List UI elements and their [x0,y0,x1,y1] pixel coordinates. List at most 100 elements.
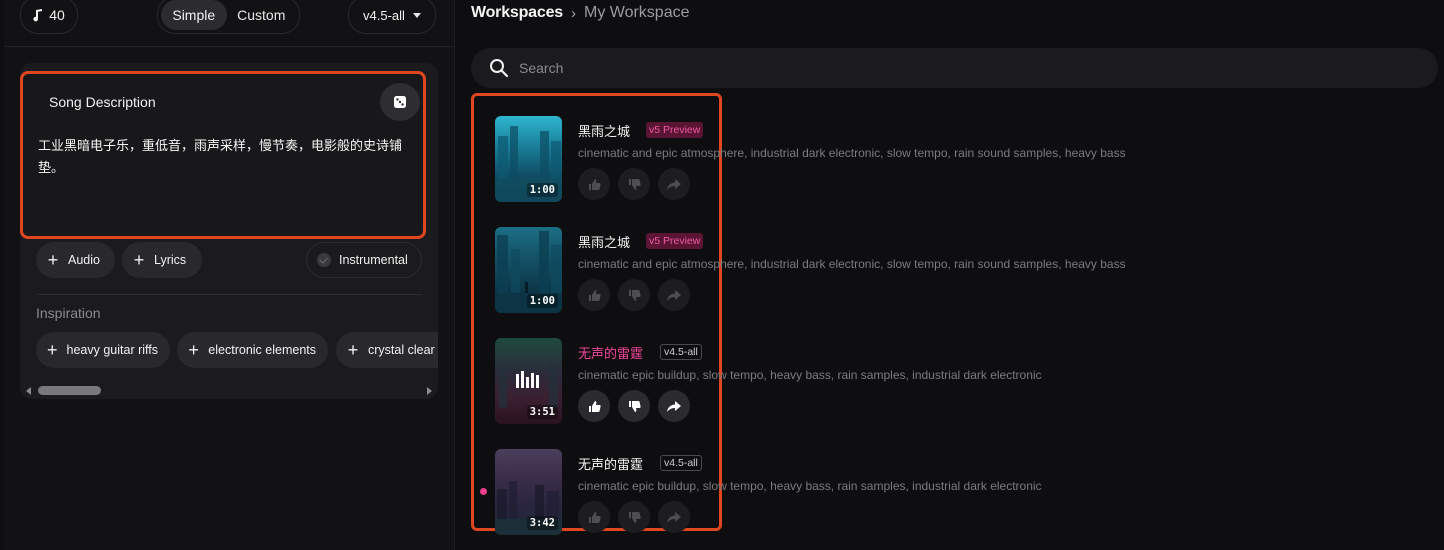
credits-value: 40 [49,7,65,23]
song-description-label: Song Description [49,94,156,110]
inspiration-label: Inspiration [36,305,101,321]
like-button[interactable] [578,390,610,422]
plus-icon: + [133,250,145,270]
add-lyrics-label: Lyrics [154,253,187,267]
music-note-icon [33,8,43,21]
section-divider [36,294,422,295]
song-duration: 3:42 [526,516,558,530]
like-button[interactable] [578,501,610,533]
song-title[interactable]: 无声的雷霆 [578,454,643,473]
scrollbar-thumb[interactable] [38,386,101,395]
share-icon [667,178,681,190]
chevron-right-icon: › [570,4,576,22]
add-audio-label: Audio [68,253,100,267]
song-actions [578,168,690,200]
share-icon [667,400,681,412]
song-description-input[interactable]: 工业黑暗电子乐，重低音，雨声采样，慢节奏，电影般的史诗铺垫。 [38,136,424,180]
mode-custom-button[interactable]: Custom [227,0,296,30]
add-audio-button[interactable]: + Audio [36,242,115,278]
scroll-left-arrow-icon[interactable] [26,387,31,395]
model-version-badge: v5 Preview [646,233,704,249]
dice-icon [394,96,406,108]
random-prompt-button[interactable] [380,83,420,121]
create-panel: 40 Simple Custom v4.5-all Song Descripti… [4,0,455,550]
song-style-tags: cinematic and epic atmosphere, industria… [578,146,1126,160]
share-icon [667,511,681,523]
inspiration-chip[interactable]: + heavy guitar riffs [36,332,170,368]
thumbs-down-icon [628,400,641,412]
dislike-button[interactable] [618,501,650,533]
dislike-button[interactable] [618,279,650,311]
song-row[interactable]: 3:42 无声的雷霆 v4.5-all cinematic epic build… [495,449,1135,539]
song-cover-art[interactable]: 3:51 [495,338,562,424]
share-button[interactable] [658,390,690,422]
song-title[interactable]: 黑雨之城 [578,121,630,140]
instrumental-label: Instrumental [339,253,408,267]
song-actions [578,501,690,533]
song-style-tags: cinematic epic buildup, slow tempo, heav… [578,479,1042,493]
model-select[interactable]: v4.5-all [348,0,436,34]
share-button[interactable] [658,501,690,533]
song-actions [578,279,690,311]
inspiration-chip-label: electronic elements [208,343,316,357]
plus-icon: + [47,340,58,360]
song-actions [578,390,690,422]
share-button[interactable] [658,279,690,311]
share-icon [667,289,681,301]
song-cover-art[interactable]: 3:42 [495,449,562,535]
thumbs-down-icon [628,178,641,190]
plus-icon: + [47,250,59,270]
song-style-tags: cinematic and epic atmosphere, industria… [578,257,1126,271]
thumbs-up-icon [588,400,601,412]
song-row-playing[interactable]: 3:51 无声的雷霆 v4.5-all cinematic epic build… [495,338,1135,428]
plus-icon: + [188,340,199,360]
model-version-badge: v4.5-all [660,455,702,471]
breadcrumb: Workspaces › My Workspace [471,4,690,22]
current-track-indicator [480,488,487,495]
mode-toggle: Simple Custom [157,0,300,34]
song-title[interactable]: 黑雨之城 [578,232,630,251]
checkbox-icon [317,253,331,267]
header-divider [4,46,455,47]
song-duration: 1:00 [526,183,558,197]
thumbs-up-icon [588,178,601,190]
horizontal-scrollbar[interactable] [20,381,438,399]
caret-down-icon [412,12,421,18]
search-bar[interactable]: Search [471,48,1438,88]
model-version-badge: v4.5-all [660,344,702,360]
dislike-button[interactable] [618,390,650,422]
song-title[interactable]: 无声的雷霆 [578,343,643,362]
thumbs-down-icon [628,511,641,523]
song-style-tags: cinematic epic buildup, slow tempo, heav… [578,368,1042,382]
song-row[interactable]: 1:00 黑雨之城 v5 Preview cinematic and epic … [495,227,1135,317]
song-duration: 1:00 [526,294,558,308]
like-button[interactable] [578,279,610,311]
thumbs-up-icon [588,511,601,523]
inspiration-chip-label: crystal clear [368,343,435,357]
breadcrumb-workspaces[interactable]: Workspaces [471,4,563,22]
song-form-card: Song Description 工业黑暗电子乐，重低音，雨声采样，慢节奏，电影… [20,63,438,399]
thumbs-up-icon [588,289,601,301]
inspiration-chip-label: heavy guitar riffs [66,343,158,357]
model-version-badge: v5 Preview [646,122,704,138]
song-row[interactable]: 1:00 黑雨之城 v5 Preview cinematic and epic … [495,116,1135,206]
plus-icon: + [347,340,359,360]
like-button[interactable] [578,168,610,200]
scroll-right-arrow-icon[interactable] [427,387,432,395]
add-lyrics-button[interactable]: + Lyrics [122,242,202,278]
dislike-button[interactable] [618,168,650,200]
search-input[interactable]: Search [519,60,563,76]
song-cover-art[interactable]: 1:00 [495,227,562,313]
credits-counter[interactable]: 40 [20,0,78,34]
inspiration-chip[interactable]: + electronic elements [177,332,328,368]
inspiration-chip[interactable]: + crystal clear [336,332,438,368]
song-cover-art[interactable]: 1:00 [495,116,562,202]
search-icon [490,59,509,78]
song-duration: 3:51 [526,405,558,419]
thumbs-down-icon [628,289,641,301]
share-button[interactable] [658,168,690,200]
mode-simple-button[interactable]: Simple [161,0,227,30]
song-description-box[interactable]: Song Description 工业黑暗电子乐，重低音，雨声采样，慢节奏，电影… [20,71,426,239]
instrumental-toggle[interactable]: Instrumental [306,242,422,278]
breadcrumb-current: My Workspace [583,4,690,21]
